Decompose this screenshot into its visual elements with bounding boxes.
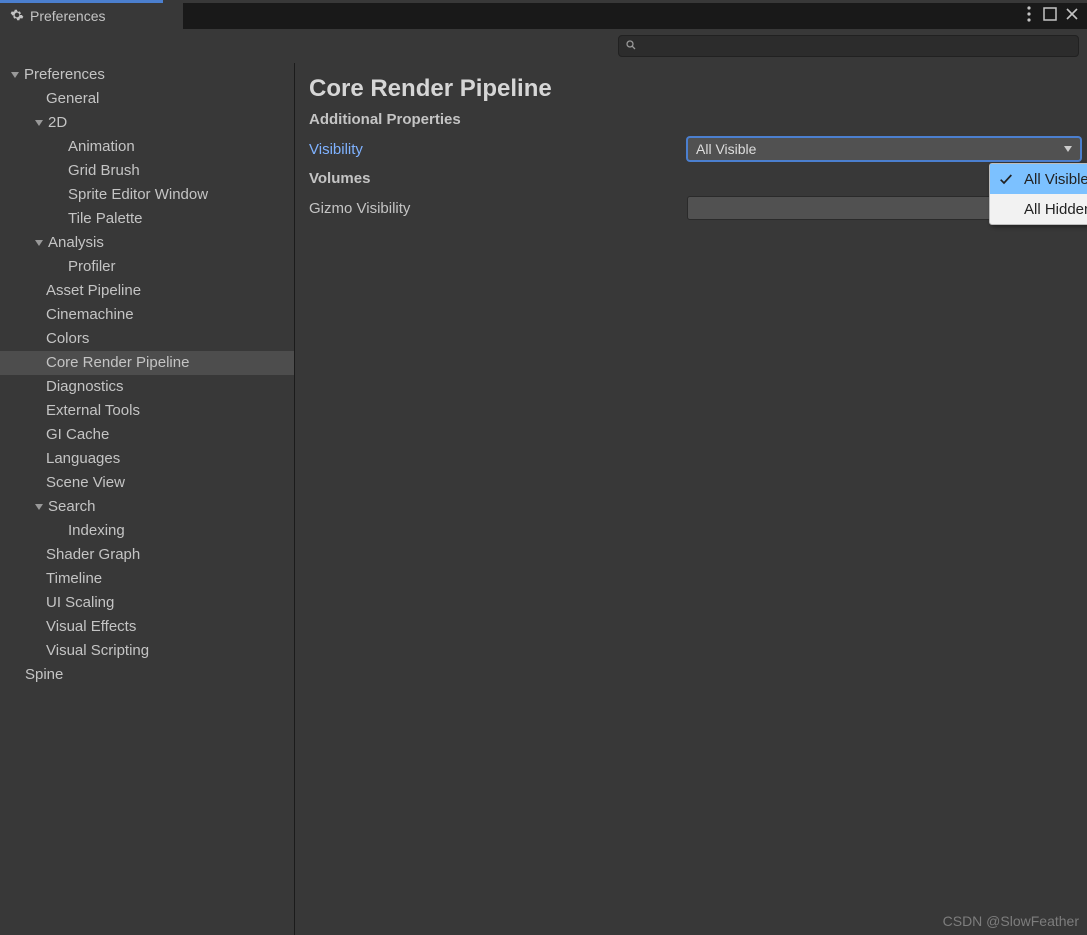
dropdown-option-label: All Visible: [1024, 171, 1087, 188]
search-input[interactable]: [618, 35, 1079, 57]
sidebar-item-label: Animation: [68, 135, 135, 159]
settings-panel: Core Render Pipeline Additional Properti…: [295, 63, 1087, 935]
sidebar-item-label: Sprite Editor Window: [68, 183, 208, 207]
watermark: CSDN @SlowFeather: [943, 913, 1079, 929]
kebab-menu-icon[interactable]: [1023, 6, 1035, 22]
tab-title: Preferences: [30, 8, 105, 24]
page-title: Core Render Pipeline: [309, 75, 1081, 103]
maximize-icon[interactable]: [1043, 7, 1057, 21]
sidebar-item-tile-palette[interactable]: Tile Palette: [0, 207, 294, 231]
sidebar-item-label: Asset Pipeline: [46, 279, 141, 303]
sidebar-item-profiler[interactable]: Profiler: [0, 255, 294, 279]
sidebar-item-label: Indexing: [68, 519, 125, 543]
sidebar-item-gi-cache[interactable]: GI Cache: [0, 423, 294, 447]
sidebar-item-label: General: [46, 87, 99, 111]
chevron-down-icon: [1064, 146, 1072, 152]
sidebar-item-label: Visual Scripting: [46, 639, 149, 663]
sidebar-item-grid-brush[interactable]: Grid Brush: [0, 159, 294, 183]
sidebar-item-cinemachine[interactable]: Cinemachine: [0, 303, 294, 327]
sidebar-item-sprite-editor-window[interactable]: Sprite Editor Window: [0, 183, 294, 207]
sidebar-item-label: Shader Graph: [46, 543, 140, 567]
field-label-gizmo-visibility: Gizmo Visibility: [309, 200, 687, 217]
sidebar-item-ui-scaling[interactable]: UI Scaling: [0, 591, 294, 615]
foldout-icon[interactable]: [8, 72, 22, 78]
foldout-icon[interactable]: [32, 504, 46, 510]
sidebar-item-label: Diagnostics: [46, 375, 124, 399]
dropdown-option-label: All Hidden: [1024, 201, 1087, 218]
close-icon[interactable]: [1065, 7, 1079, 21]
sidebar-item-search[interactable]: Search: [0, 495, 294, 519]
check-icon: [996, 171, 1016, 187]
field-label-visibility: Visibility: [309, 141, 687, 158]
section-volumes: Volumes: [309, 170, 1081, 187]
sidebar-item-label: Analysis: [48, 231, 104, 255]
sidebar-item-label: Preferences: [24, 63, 105, 87]
sidebar-item-visual-scripting[interactable]: Visual Scripting: [0, 639, 294, 663]
search-icon: [625, 38, 637, 55]
sidebar-item-visual-effects[interactable]: Visual Effects: [0, 615, 294, 639]
sidebar-item-colors[interactable]: Colors: [0, 327, 294, 351]
sidebar-item-general[interactable]: General: [0, 87, 294, 111]
sidebar-item-label: Tile Palette: [68, 207, 142, 231]
sidebar-item-analysis[interactable]: Analysis: [0, 231, 294, 255]
sidebar-item-label: Scene View: [46, 471, 125, 495]
dropdown-option-all-visible[interactable]: All Visible: [990, 164, 1087, 194]
sidebar-item-label: Spine: [25, 663, 63, 687]
window-tab-bar: Preferences: [0, 3, 1087, 29]
sidebar-item-label: External Tools: [46, 399, 140, 423]
sidebar-tree: PreferencesGeneral2DAnimationGrid BrushS…: [0, 63, 295, 935]
sidebar-item-label: Cinemachine: [46, 303, 134, 327]
sidebar-item-label: 2D: [48, 111, 67, 135]
sidebar-item-label: Colors: [46, 327, 89, 351]
sidebar-item-spine[interactable]: Spine: [0, 663, 294, 687]
sidebar-item-asset-pipeline[interactable]: Asset Pipeline: [0, 279, 294, 303]
section-additional-properties: Additional Properties: [309, 111, 1081, 128]
sidebar-item-label: UI Scaling: [46, 591, 114, 615]
sidebar-item-label: Profiler: [68, 255, 116, 279]
sidebar-item-label: Grid Brush: [68, 159, 140, 183]
sidebar-item-core-render-pipeline[interactable]: Core Render Pipeline: [0, 351, 294, 375]
sidebar-item-diagnostics[interactable]: Diagnostics: [0, 375, 294, 399]
sidebar-item-languages[interactable]: Languages: [0, 447, 294, 471]
sidebar-item-label: Languages: [46, 447, 120, 471]
sidebar-item-shader-graph[interactable]: Shader Graph: [0, 543, 294, 567]
dropdown-option-all-hidden[interactable]: All Hidden: [990, 194, 1087, 224]
sidebar-item-label: Visual Effects: [46, 615, 136, 639]
sidebar-item-indexing[interactable]: Indexing: [0, 519, 294, 543]
tab-preferences[interactable]: Preferences: [0, 3, 183, 29]
foldout-icon[interactable]: [32, 120, 46, 126]
sidebar-item-label: Core Render Pipeline: [46, 351, 189, 375]
visibility-dropdown[interactable]: All Visible: [687, 137, 1081, 161]
visibility-dropdown-value: All Visible: [696, 141, 756, 157]
sidebar-item-external-tools[interactable]: External Tools: [0, 399, 294, 423]
sidebar-item-timeline[interactable]: Timeline: [0, 567, 294, 591]
sidebar-item-label: Timeline: [46, 567, 102, 591]
visibility-dropdown-menu: All Visible All Hidden: [989, 163, 1087, 225]
sidebar-item-preferences[interactable]: Preferences: [0, 63, 294, 87]
sidebar-item-animation[interactable]: Animation: [0, 135, 294, 159]
foldout-icon[interactable]: [32, 240, 46, 246]
sidebar-item-scene-view[interactable]: Scene View: [0, 471, 294, 495]
sidebar-item-2d[interactable]: 2D: [0, 111, 294, 135]
gear-icon: [10, 8, 24, 25]
sidebar-item-label: GI Cache: [46, 423, 109, 447]
sidebar-item-label: Search: [48, 495, 96, 519]
